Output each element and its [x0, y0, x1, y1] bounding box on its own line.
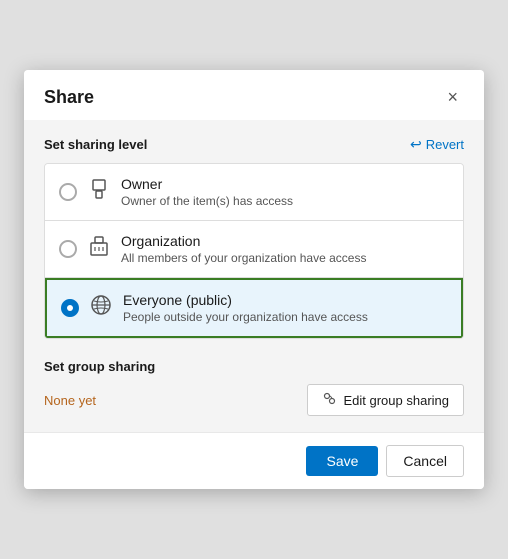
edit-group-sharing-button[interactable]: Edit group sharing: [307, 384, 464, 416]
organization-radio: [59, 240, 77, 258]
sharing-options-list: Owner Owner of the item(s) has access: [44, 163, 464, 339]
public-icon: [89, 294, 113, 322]
owner-radio: [59, 183, 77, 201]
sharing-level-label: Set sharing level: [44, 137, 147, 152]
group-sharing-section: Set group sharing None yet Edit group sh…: [44, 359, 464, 416]
owner-option-text: Owner Owner of the item(s) has access: [121, 176, 449, 208]
sharing-option-everyone[interactable]: Everyone (public) People outside your or…: [45, 278, 463, 338]
sharing-level-section-header: Set sharing level ↩ Revert: [44, 136, 464, 153]
dialog-footer: Save Cancel: [24, 432, 484, 489]
owner-option-desc: Owner of the item(s) has access: [121, 194, 449, 208]
close-button[interactable]: ×: [441, 86, 464, 108]
revert-button[interactable]: ↩ Revert: [410, 136, 464, 153]
edit-group-sharing-label: Edit group sharing: [343, 393, 449, 408]
cancel-button[interactable]: Cancel: [386, 445, 464, 477]
everyone-radio-outer: [61, 299, 79, 317]
none-yet-label: None yet: [44, 393, 96, 408]
everyone-radio-inner: [67, 305, 73, 311]
owner-option-name: Owner: [121, 176, 449, 192]
group-sharing-label: Set group sharing: [44, 359, 464, 374]
edit-group-icon: [322, 391, 337, 409]
dialog-header: Share ×: [24, 70, 484, 120]
everyone-radio: [61, 299, 79, 317]
revert-icon: ↩: [410, 136, 422, 153]
dialog-body: Set sharing level ↩ Revert: [24, 120, 484, 432]
sharing-option-organization[interactable]: Organization All members of your organiz…: [45, 221, 463, 278]
organization-option-name: Organization: [121, 233, 449, 249]
share-dialog: Share × Set sharing level ↩ Revert: [24, 70, 484, 489]
owner-icon: [87, 178, 111, 206]
group-sharing-row: None yet Edit group sharing: [44, 384, 464, 416]
everyone-option-desc: People outside your organization have ac…: [123, 310, 447, 324]
organization-option-desc: All members of your organization have ac…: [121, 251, 449, 265]
organization-icon: [87, 235, 111, 263]
organization-radio-outer: [59, 240, 77, 258]
everyone-option-text: Everyone (public) People outside your or…: [123, 292, 447, 324]
sharing-option-owner[interactable]: Owner Owner of the item(s) has access: [45, 164, 463, 221]
organization-option-text: Organization All members of your organiz…: [121, 233, 449, 265]
owner-radio-outer: [59, 183, 77, 201]
dialog-title: Share: [44, 87, 94, 108]
save-button[interactable]: Save: [306, 446, 378, 476]
everyone-option-name: Everyone (public): [123, 292, 447, 308]
revert-label: Revert: [426, 137, 464, 152]
